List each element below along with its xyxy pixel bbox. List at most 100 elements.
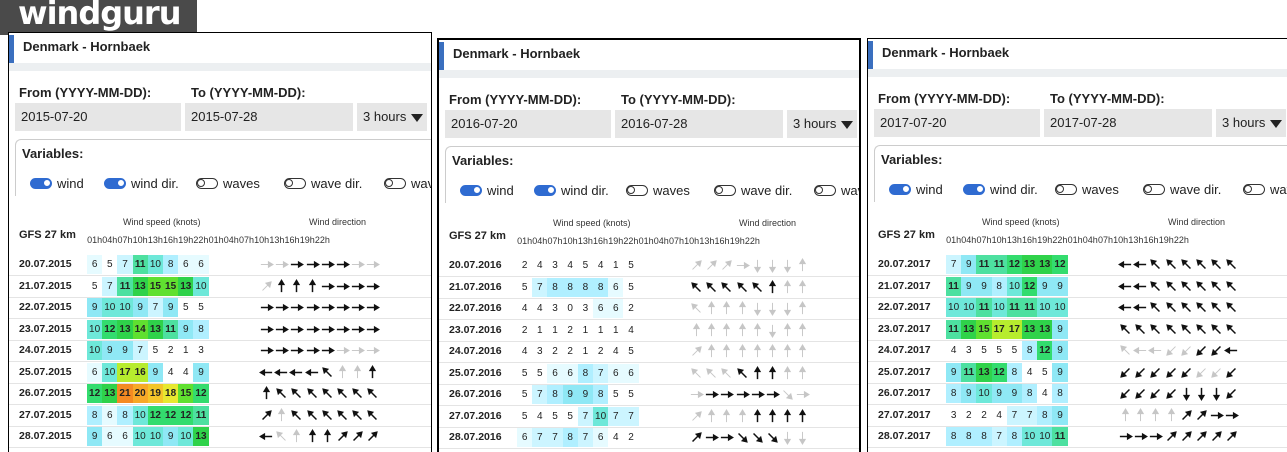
from-date-input[interactable]: 2016-07-20 bbox=[445, 110, 611, 138]
header-divider bbox=[439, 70, 859, 78]
wind-speed-cell: 11 bbox=[946, 319, 962, 339]
wind-direction-arrow-icon bbox=[1118, 303, 1132, 312]
variable-toggle-wind-dir[interactable]: wind dir. bbox=[534, 183, 609, 198]
wind-speed-cell: 2 bbox=[623, 299, 639, 318]
wind-direction-arrow-icon bbox=[354, 364, 362, 378]
wind-speed-cell: 14 bbox=[132, 319, 148, 339]
hour-label: 10h bbox=[562, 236, 578, 246]
wind-speed-cell: 4 bbox=[178, 362, 194, 382]
variable-toggle-wave-dir[interactable]: wave dir. bbox=[284, 176, 362, 191]
toggle-switch[interactable] bbox=[30, 178, 52, 189]
variable-toggle-wind-dir[interactable]: wind dir. bbox=[104, 176, 179, 191]
header-divider bbox=[9, 63, 431, 71]
wind-direction-arrow-icon bbox=[753, 365, 761, 379]
hour-label: 19h bbox=[1158, 235, 1174, 245]
toggle-switch[interactable] bbox=[534, 185, 556, 196]
forecast-row: 20.07.2017 7 9 11 11 12 13 13 12 bbox=[868, 255, 1287, 275]
wind-direction-arrow-icon bbox=[1226, 280, 1237, 291]
to-date-input[interactable]: 2017-07-28 bbox=[1044, 109, 1212, 137]
to-date-input[interactable]: 2016-07-28 bbox=[615, 110, 783, 138]
wind-direction-arrow-icon bbox=[1181, 259, 1191, 270]
variables-label: Variables: bbox=[881, 152, 943, 167]
wind-speed-cell: 8 bbox=[163, 255, 179, 274]
wind-speed-cell: 5 bbox=[623, 342, 639, 361]
variable-toggle-waves[interactable]: waves bbox=[1055, 182, 1119, 197]
wind-direction-arrow-icon bbox=[1196, 409, 1207, 420]
wind-direction-arrow-icon bbox=[1196, 431, 1207, 442]
variable-toggle-waves[interactable]: waves bbox=[626, 183, 690, 198]
toggle-switch[interactable] bbox=[889, 184, 911, 195]
toggle-switch[interactable] bbox=[626, 185, 648, 196]
interval-select[interactable]: 3 hours bbox=[357, 103, 427, 131]
from-label: From (YYYY-MM-DD): bbox=[449, 92, 582, 107]
wind-direction-arrow-icon bbox=[1121, 407, 1130, 421]
wind-direction-arrow-icon bbox=[291, 325, 305, 333]
toggle-switch[interactable] bbox=[814, 185, 836, 196]
variable-toggle-waves[interactable]: waves bbox=[196, 176, 260, 191]
toggle-switch[interactable] bbox=[1143, 184, 1165, 195]
wind-direction-arrow-icon bbox=[691, 303, 701, 313]
wind-speed-cell: 11 bbox=[991, 255, 1007, 274]
toggle-label: waves bbox=[223, 176, 260, 191]
wind-direction-arrow-icon bbox=[1211, 367, 1221, 378]
from-date-input[interactable]: 2017-07-20 bbox=[874, 109, 1040, 137]
wind-speed-cell: 4 bbox=[562, 256, 578, 275]
toggle-switch[interactable] bbox=[1243, 184, 1265, 195]
wind-direction-arrow-icon bbox=[691, 367, 701, 378]
wind-direction-arrow-icon bbox=[260, 346, 274, 355]
wind-direction-arrow-icon bbox=[723, 408, 731, 422]
wind-direction-arrow-icon bbox=[1148, 346, 1162, 355]
wind-speed-cell: 4 bbox=[608, 342, 624, 361]
windguru-logo[interactable]: windguru bbox=[0, 0, 197, 35]
wind-speed-cell: 10 bbox=[976, 384, 992, 403]
variable-toggle-wave-dir[interactable]: wave dir. bbox=[1143, 182, 1221, 197]
hour-label: 22h bbox=[1052, 235, 1068, 245]
variable-toggle-wave-pe[interactable]: wave pe bbox=[1243, 182, 1287, 197]
wind-direction-arrow-icon bbox=[692, 260, 702, 270]
wind-direction-arrow-icon bbox=[1211, 302, 1222, 313]
hour-label: 01h bbox=[208, 235, 224, 245]
toggle-switch[interactable] bbox=[1055, 184, 1077, 195]
hour-label: 22h bbox=[193, 235, 209, 245]
variable-toggle-wind[interactable]: wind bbox=[30, 176, 84, 191]
hour-label: 16h bbox=[284, 235, 300, 245]
wind-direction-arrow-icon bbox=[259, 432, 273, 441]
interval-select[interactable]: 3 hours bbox=[1216, 109, 1286, 137]
toggle-switch[interactable] bbox=[196, 178, 218, 189]
wind-direction-arrow-icon bbox=[368, 431, 379, 442]
wind-direction-arrow-icon bbox=[367, 282, 381, 290]
toggle-switch[interactable] bbox=[714, 185, 736, 196]
toggle-switch[interactable] bbox=[104, 178, 126, 189]
wind-speed-cell: 13 bbox=[1022, 319, 1038, 339]
toggle-switch[interactable] bbox=[384, 178, 406, 189]
forecast-row: 21.07.2017 11 9 9 8 10 12 9 9 bbox=[868, 276, 1287, 297]
wind-speed-cell: 11 bbox=[976, 255, 992, 274]
toggle-switch[interactable] bbox=[284, 178, 306, 189]
from-date-input[interactable]: 2015-07-20 bbox=[15, 103, 181, 131]
wind-direction-arrow-icon bbox=[367, 346, 381, 355]
interval-select[interactable]: 3 hours bbox=[787, 110, 857, 138]
wind-direction-arrow-icon bbox=[322, 409, 332, 420]
variable-toggle-wind[interactable]: wind bbox=[889, 182, 943, 197]
hour-label: 16h bbox=[1143, 235, 1159, 245]
wind-direction-arrow-icon bbox=[692, 322, 701, 336]
hour-label: 10h bbox=[254, 235, 270, 245]
toggle-switch[interactable] bbox=[460, 185, 482, 196]
wind-direction-arrow-icon bbox=[752, 432, 763, 443]
wind-speed-cell: 9 bbox=[577, 385, 593, 404]
wind-direction-arrow-icon bbox=[276, 388, 287, 399]
to-date-input[interactable]: 2015-07-28 bbox=[185, 103, 353, 131]
variable-toggle-wave-pe[interactable]: wave pe bbox=[814, 183, 859, 198]
variable-toggle-wave-dir[interactable]: wave dir. bbox=[714, 183, 792, 198]
toggle-label: wind bbox=[916, 182, 943, 197]
hour-label: 04h bbox=[961, 235, 977, 245]
wind-speed-cell: 1 bbox=[532, 320, 548, 340]
wind-direction-arrow-icon bbox=[1133, 282, 1147, 290]
wind-speed-cell: 7 bbox=[577, 406, 593, 426]
variable-toggle-wind[interactable]: wind bbox=[460, 183, 514, 198]
toggle-switch[interactable] bbox=[963, 184, 985, 195]
variable-toggle-wind-dir[interactable]: wind dir. bbox=[963, 182, 1038, 197]
wind-speed-cell: 8 bbox=[961, 427, 977, 446]
variable-toggle-wave-pe[interactable]: wave pe bbox=[384, 176, 431, 191]
wind-speed-cell: 13 bbox=[178, 276, 194, 296]
